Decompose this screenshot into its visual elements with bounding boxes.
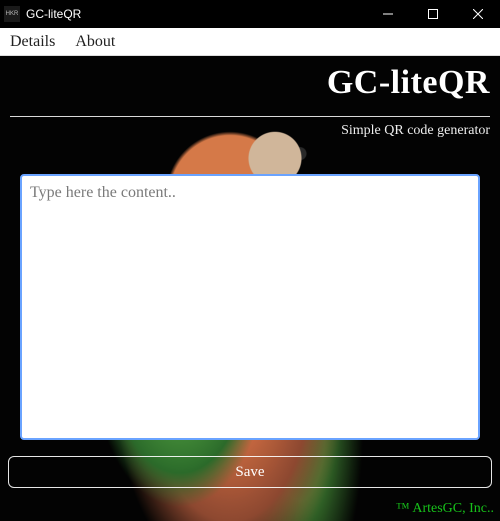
minimize-button[interactable] bbox=[365, 0, 410, 28]
header-divider bbox=[10, 116, 490, 117]
maximize-button[interactable] bbox=[410, 0, 455, 28]
close-button[interactable] bbox=[455, 0, 500, 28]
menu-item-details[interactable]: Details bbox=[0, 28, 65, 55]
menubar: Details About bbox=[0, 28, 500, 56]
save-button[interactable]: Save bbox=[8, 456, 492, 488]
minimize-icon bbox=[383, 9, 393, 19]
menu-item-about[interactable]: About bbox=[65, 28, 125, 55]
page-title: GC-liteQR bbox=[10, 64, 490, 102]
maximize-icon bbox=[428, 9, 438, 19]
header: GC-liteQR Simple QR code generator bbox=[10, 64, 490, 139]
client-area: GC-liteQR Simple QR code generator Save … bbox=[0, 56, 500, 521]
titlebar: HKR GC-liteQR bbox=[0, 0, 500, 28]
content-input[interactable] bbox=[20, 174, 480, 440]
app-icon: HKR bbox=[4, 6, 20, 22]
footer-trademark: ™ ArtesGC, Inc.. bbox=[396, 501, 494, 517]
window-title: GC-liteQR bbox=[26, 7, 81, 21]
close-icon bbox=[473, 9, 483, 19]
page-subtitle: Simple QR code generator bbox=[10, 123, 490, 139]
